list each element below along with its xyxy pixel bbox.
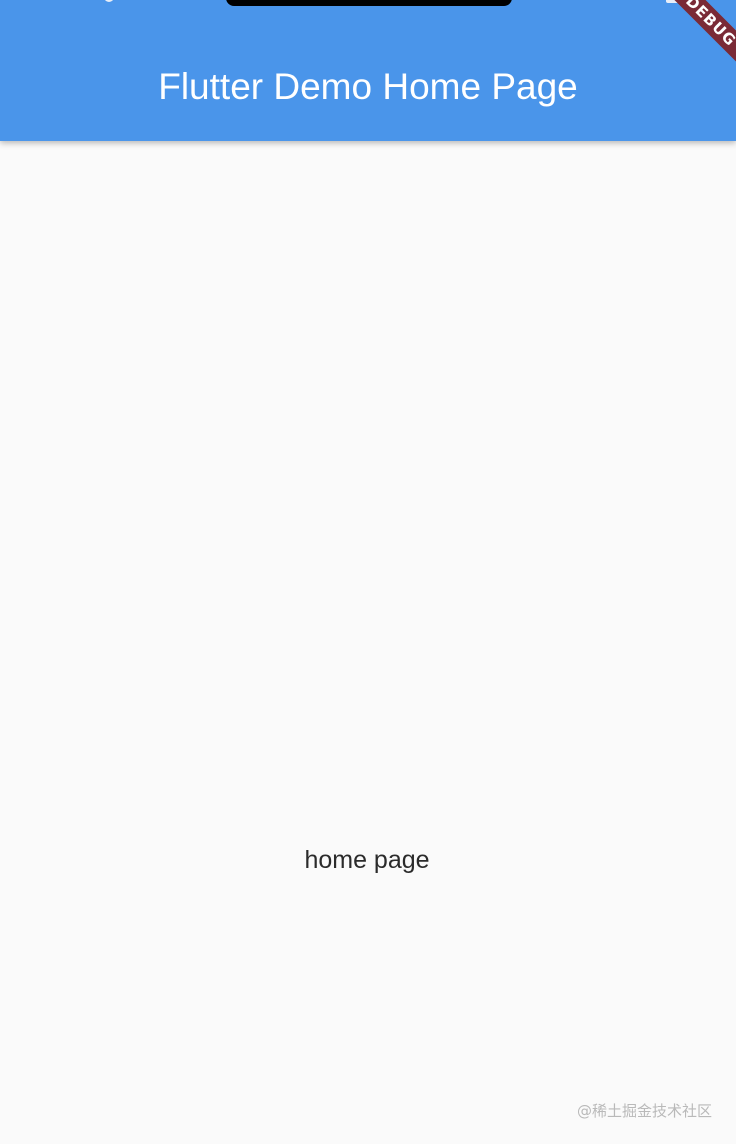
home-page-text: home page [304,846,430,874]
status-bar-battery-icon [666,0,690,3]
app-bar: Flutter Demo Home Page [0,0,736,141]
app-screen: Flutter Demo Home Page DEBUG home page @… [0,0,736,1144]
app-bar-title: Flutter Demo Home Page [158,66,578,107]
status-bar-indicator [104,0,114,2]
device-notch [226,0,512,6]
watermark: @稀土掘金技术社区 [576,1102,712,1120]
